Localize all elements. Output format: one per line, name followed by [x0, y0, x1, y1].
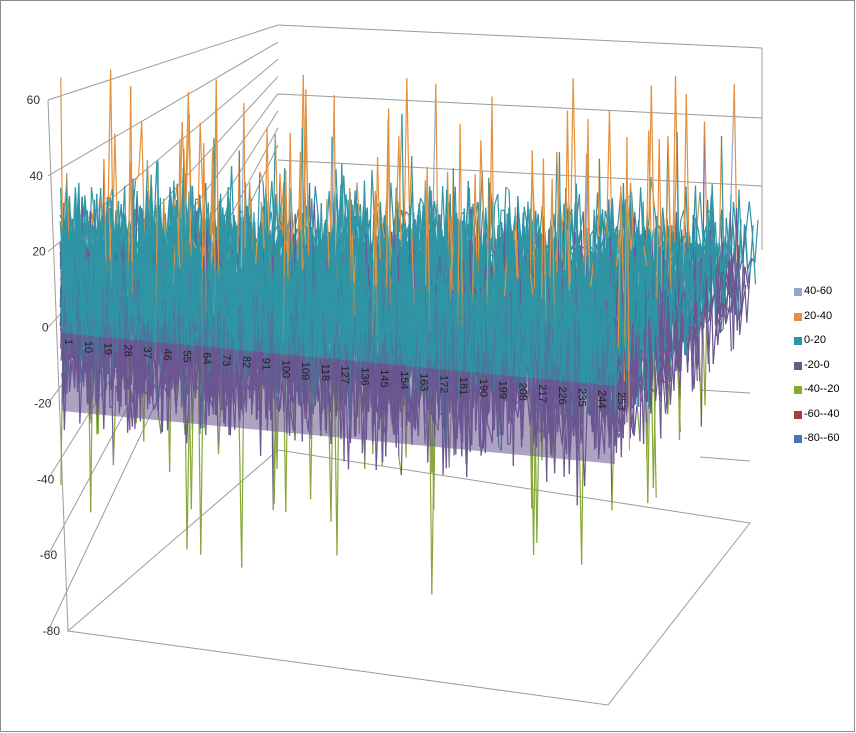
grid-line [699, 389, 751, 394]
grid-line [277, 159, 763, 187]
grid-line [699, 456, 751, 462]
surface-segment [730, 83, 735, 195]
surface-segment [432, 83, 437, 222]
z-axis: 60 40 20 0 -20 -40 -60 -80 [27, 93, 61, 638]
z-tick-label: -80 [43, 624, 61, 638]
z-tick-label: -20 [34, 396, 52, 410]
grid-line [277, 24, 763, 49]
surface-segment [696, 191, 701, 227]
z-tick-label: 0 [42, 321, 49, 335]
surface-segment [405, 211, 410, 216]
z-tick-label: -40 [37, 472, 55, 486]
surface-segment [749, 225, 754, 273]
surface-segment [748, 201, 754, 234]
z-tick-label: 60 [27, 93, 41, 107]
surface-segment [419, 197, 425, 205]
surface-segment [699, 192, 704, 242]
surface-segment [745, 201, 750, 231]
z-tick-label: 40 [29, 169, 43, 183]
surface-segment [754, 220, 759, 264]
z-tick-label: -60 [40, 548, 58, 562]
surface-plot: 6040200-20-40-60-801 10 19 28 37 46 55 64 73 82 91… [27, 24, 763, 706]
surface-segment [712, 324, 717, 365]
grid-line [277, 93, 763, 119]
surface-segment [314, 186, 319, 219]
z-tick-label: 20 [32, 245, 46, 259]
surface-segment [137, 121, 143, 176]
